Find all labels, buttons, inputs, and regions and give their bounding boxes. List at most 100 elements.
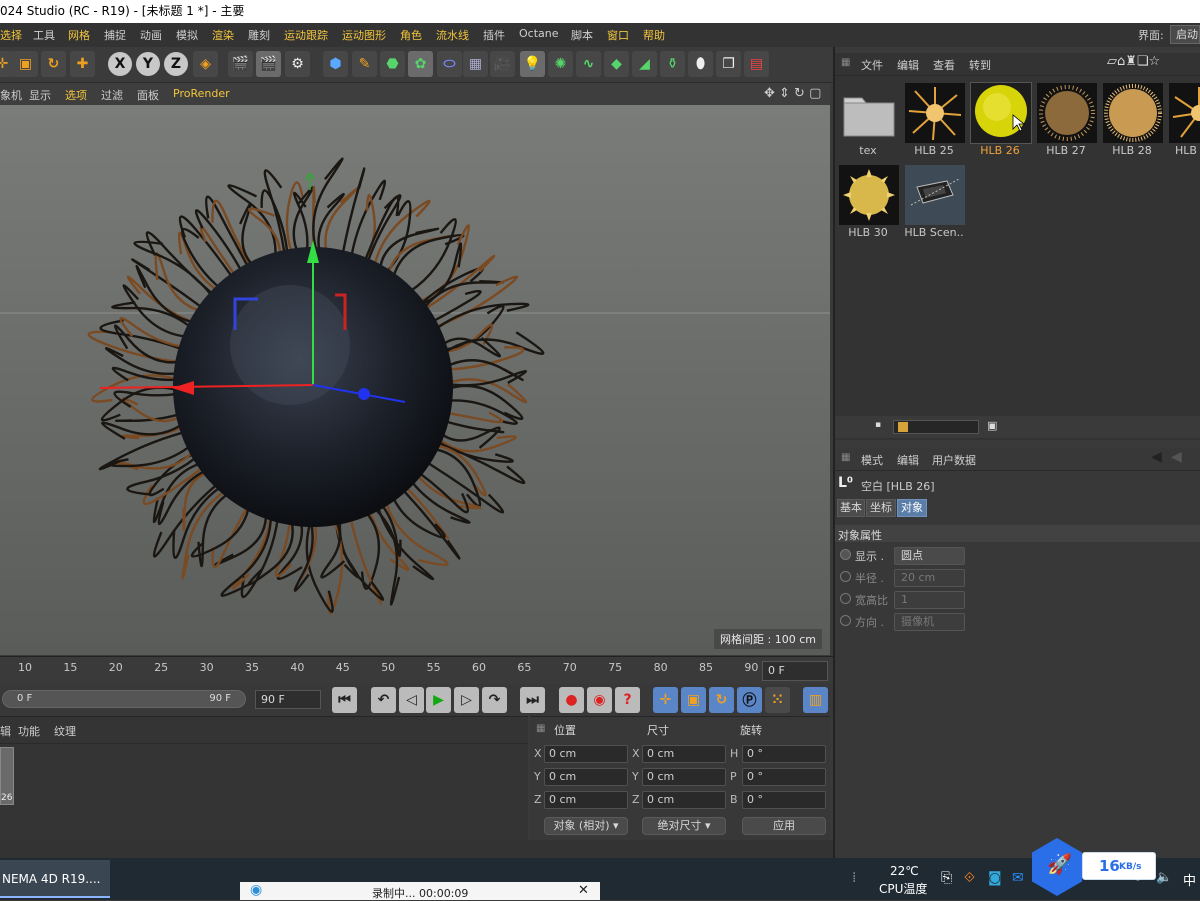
material-menu-edit[interactable]: 辑: [0, 723, 11, 739]
size-field[interactable]: 0 cm: [642, 745, 726, 763]
tray-camera-icon[interactable]: ◙: [988, 870, 1002, 886]
animation-toggle-icon[interactable]: [840, 593, 851, 604]
subdivision-icon[interactable]: ⬣: [380, 51, 405, 77]
menu-mesh[interactable]: 网格: [68, 27, 90, 43]
back-arrow-icon[interactable]: ◀: [1151, 449, 1162, 465]
menu-snap[interactable]: 捕捉: [104, 27, 126, 43]
material-menu-function[interactable]: 功能: [18, 723, 40, 739]
forward-arrow-icon[interactable]: ◀: [1171, 449, 1182, 465]
menu-window[interactable]: 窗口: [607, 27, 629, 43]
tray-volume-icon[interactable]: 🔈: [1156, 870, 1172, 885]
viewport-menu-camera[interactable]: 象机: [0, 87, 22, 103]
prev-frame-icon[interactable]: ◁: [399, 687, 424, 713]
tab-object[interactable]: 对象: [897, 499, 927, 517]
current-frame-field[interactable]: 0 F: [762, 661, 828, 681]
menu-pipeline[interactable]: 流水线: [436, 27, 469, 43]
animation-toggle-icon[interactable]: [840, 571, 851, 582]
cube-icon[interactable]: ⬢: [323, 51, 348, 77]
menu-character[interactable]: 角色: [400, 27, 422, 43]
animation-toggle-icon[interactable]: [840, 615, 851, 626]
viewport-menu-prorender[interactable]: ProRender: [173, 87, 230, 100]
max-frame-field[interactable]: 90 F: [255, 690, 321, 709]
scale-tool-icon[interactable]: ▣: [13, 51, 38, 77]
thumb-hlb-28[interactable]: [1103, 83, 1163, 143]
lathe-icon[interactable]: ⚱: [660, 51, 685, 77]
content-menu-edit[interactable]: 编辑: [897, 57, 919, 73]
viewport-navigation-icons[interactable]: ✥ ⇕ ↻ ▢: [764, 86, 821, 101]
folder-tex[interactable]: [839, 83, 899, 143]
size-field[interactable]: 0 cm: [642, 791, 726, 809]
taskbar-app-cinema4d[interactable]: NEMA 4D R19....: [0, 860, 110, 898]
size-mode-dropdown[interactable]: 绝对尺寸 ▾: [642, 817, 726, 835]
tray-app-icon[interactable]: ⟐: [964, 870, 975, 886]
content-menu-view[interactable]: 查看: [933, 57, 955, 73]
position-field[interactable]: 0 cm: [544, 791, 628, 809]
menu-octane[interactable]: Octane: [519, 27, 559, 40]
coordinate-mode-dropdown[interactable]: 对象 (相对) ▾: [544, 817, 628, 835]
material-menu-texture[interactable]: 纹理: [54, 723, 76, 739]
position-field[interactable]: 0 cm: [544, 745, 628, 763]
property-value-field[interactable]: 1: [894, 591, 965, 609]
key-rotation-icon[interactable]: ↻: [709, 687, 734, 713]
ime-indicator[interactable]: 中: [1183, 870, 1196, 889]
content-menu-goto[interactable]: 转到: [969, 57, 991, 73]
tray-mail-icon[interactable]: ✉: [1012, 870, 1024, 886]
menu-help[interactable]: 帮助: [643, 27, 665, 43]
camera-icon[interactable]: 🎥: [490, 51, 515, 77]
rotation-field[interactable]: 0 °: [742, 745, 826, 763]
key-position-icon[interactable]: ✛: [653, 687, 678, 713]
render-view-icon[interactable]: 🎬: [228, 51, 253, 77]
rotation-field[interactable]: 0 °: [742, 791, 826, 809]
thumbnail-size-handle[interactable]: [898, 422, 908, 432]
extrude-icon[interactable]: ◆: [604, 51, 629, 77]
key-scale-icon[interactable]: ▣: [681, 687, 706, 713]
material-swatch[interactable]: 26: [0, 747, 14, 805]
size-field[interactable]: 0 cm: [642, 768, 726, 786]
menu-select[interactable]: 选择: [0, 27, 22, 43]
menu-script[interactable]: 脚本: [571, 27, 593, 43]
frame-range-slider[interactable]: 0 F 90 F: [2, 690, 246, 708]
deformer-icon[interactable]: ⬭: [437, 51, 462, 77]
tray-network-icon[interactable]: ⎘: [941, 870, 952, 886]
timeline-window-icon[interactable]: ▥: [803, 687, 828, 713]
viewport-menu-filter[interactable]: 过滤: [101, 87, 123, 103]
position-field[interactable]: 0 cm: [544, 768, 628, 786]
next-frame-icon[interactable]: ▷: [454, 687, 479, 713]
key-pla-icon[interactable]: ⁙: [765, 687, 790, 713]
menu-tools[interactable]: 工具: [33, 27, 55, 43]
small-thumb-icon[interactable]: ▪: [875, 420, 881, 430]
floor-icon[interactable]: ▦: [463, 51, 488, 77]
prev-keyframe-icon[interactable]: ↶: [371, 687, 396, 713]
menu-render[interactable]: 渲染: [212, 27, 234, 43]
viewport-menu-panel[interactable]: 面板: [137, 87, 159, 103]
layout-dropdown[interactable]: 启动: [1170, 25, 1200, 44]
apply-button[interactable]: 应用: [742, 817, 826, 835]
thumb-hlb-30[interactable]: [839, 165, 899, 225]
key-parameter-icon[interactable]: Ⓟ: [737, 687, 762, 713]
large-thumb-icon[interactable]: ▣: [987, 419, 997, 432]
play-icon[interactable]: ▶: [426, 687, 451, 713]
script-icon[interactable]: ▤: [744, 51, 769, 77]
close-icon[interactable]: ✕: [578, 883, 589, 898]
menu-simulate[interactable]: 模拟: [176, 27, 198, 43]
coordinate-system-icon[interactable]: ◈: [193, 51, 218, 77]
pen-icon[interactable]: ✎: [352, 51, 377, 77]
next-keyframe-icon[interactable]: ↷: [482, 687, 507, 713]
thumb-hlb-scene[interactable]: [905, 165, 965, 225]
content-toolbar-icons[interactable]: ▱⌂♜❏☆: [1107, 54, 1160, 69]
menu-mograph[interactable]: 运动图形: [342, 27, 386, 43]
x-axis-lock-icon[interactable]: X: [108, 52, 132, 76]
cloner-icon[interactable]: ✿: [408, 51, 433, 77]
record-keyframe-icon[interactable]: ●: [559, 687, 584, 713]
light-icon[interactable]: 💡: [520, 51, 545, 77]
menu-sculpt[interactable]: 雕刻: [248, 27, 270, 43]
content-menu-file[interactable]: 文件: [861, 57, 883, 73]
keyframe-selection-icon[interactable]: ?: [615, 687, 640, 713]
property-value-field[interactable]: 圆点: [894, 547, 965, 565]
tray-wifi-icon[interactable]: ⌾: [1134, 870, 1142, 885]
menu-motion-tracking[interactable]: 运动跟踪: [284, 27, 328, 43]
render-settings-icon[interactable]: ⚙: [285, 51, 310, 77]
thumb-hlb-25[interactable]: [905, 83, 965, 143]
rotation-field[interactable]: 0 °: [742, 768, 826, 786]
spline-icon[interactable]: ∿: [576, 51, 601, 77]
